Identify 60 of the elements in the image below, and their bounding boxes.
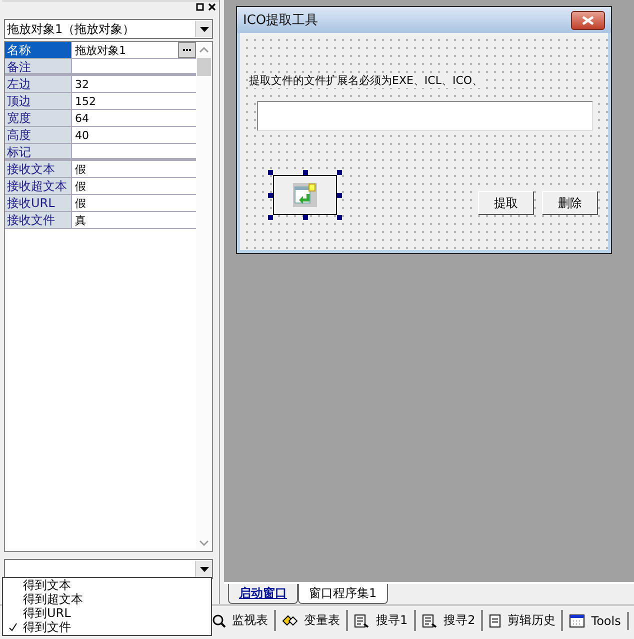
object-dropdown[interactable]: 拖放对象1（拖放对象）: [4, 19, 213, 39]
editor-tab[interactable]: 窗口程序集1: [298, 584, 388, 604]
selection-handle[interactable]: [303, 170, 308, 175]
property-name[interactable]: 高度: [5, 127, 72, 143]
form-button[interactable]: 提取: [478, 191, 534, 215]
diamond-icon: [282, 614, 298, 628]
magnifier-icon: [212, 614, 226, 628]
selection-handle[interactable]: [337, 193, 342, 198]
selection-handle[interactable]: [337, 170, 342, 175]
menu-item[interactable]: 得到超文本: [3, 592, 211, 606]
property-name[interactable]: 顶边: [5, 93, 72, 109]
property-value[interactable]: 40: [75, 128, 89, 142]
property-name[interactable]: 接收URL: [5, 195, 72, 211]
menu-item[interactable]: 得到文本: [3, 578, 211, 592]
property-value[interactable]: 152: [75, 94, 96, 108]
close-icon[interactable]: [207, 2, 217, 12]
property-name[interactable]: 左边: [5, 76, 72, 92]
property-name[interactable]: 接收超文本: [5, 178, 72, 194]
property-value[interactable]: 假: [75, 196, 86, 210]
editor-tab[interactable]: 启动窗口: [228, 584, 298, 604]
form-button[interactable]: 删除: [542, 191, 598, 215]
document-icon: [489, 614, 502, 628]
selection-handle[interactable]: [268, 170, 273, 175]
selection-handle[interactable]: [303, 215, 308, 220]
text-field[interactable]: [257, 101, 593, 131]
close-icon: [582, 16, 594, 24]
property-value[interactable]: 假: [75, 162, 86, 176]
property-value[interactable]: 64: [75, 112, 89, 124]
property-name[interactable]: 宽度: [5, 110, 72, 126]
selection-handle[interactable]: [268, 193, 273, 198]
caret-icon: [200, 26, 208, 32]
document-magnifier-icon: [422, 614, 438, 628]
property-value[interactable]: 32: [75, 78, 89, 90]
ellipsis-button[interactable]: [178, 42, 196, 58]
panel-tab[interactable]: 搜寻2: [416, 610, 484, 631]
property-value[interactable]: 拖放对象1: [75, 42, 126, 58]
property-name[interactable]: 备注: [5, 59, 72, 73]
document-magnifier-icon: [354, 614, 370, 628]
property-name[interactable]: 标记: [5, 144, 72, 158]
close-button[interactable]: [571, 10, 605, 30]
property-name[interactable]: 名称: [5, 42, 72, 58]
panel-tab[interactable]: 变量表: [276, 610, 348, 631]
selection-handle[interactable]: [337, 215, 342, 220]
property-name[interactable]: 接收文件: [5, 212, 72, 228]
panel-tab[interactable]: 搜寻1: [348, 610, 416, 631]
panel-tab[interactable]: 剪辑历史: [483, 610, 564, 631]
property-value[interactable]: 真: [75, 212, 86, 228]
property-name[interactable]: 接收文本: [5, 161, 72, 177]
caret-icon: [200, 566, 208, 572]
property-value[interactable]: 假: [75, 178, 86, 194]
scroll-thumb[interactable]: [197, 58, 211, 76]
window-icon: [569, 614, 586, 628]
window-title: ICO提取工具: [243, 12, 318, 29]
panel-tab[interactable]: Tools: [563, 612, 629, 630]
event-dropdown[interactable]: [4, 559, 213, 579]
scrollbar[interactable]: [196, 42, 212, 551]
drop-target-control[interactable]: [273, 175, 337, 215]
selection-handle[interactable]: [268, 215, 273, 220]
restore-icon[interactable]: [195, 2, 205, 12]
dropdown-value: 拖放对象1（拖放对象）: [6, 20, 135, 38]
